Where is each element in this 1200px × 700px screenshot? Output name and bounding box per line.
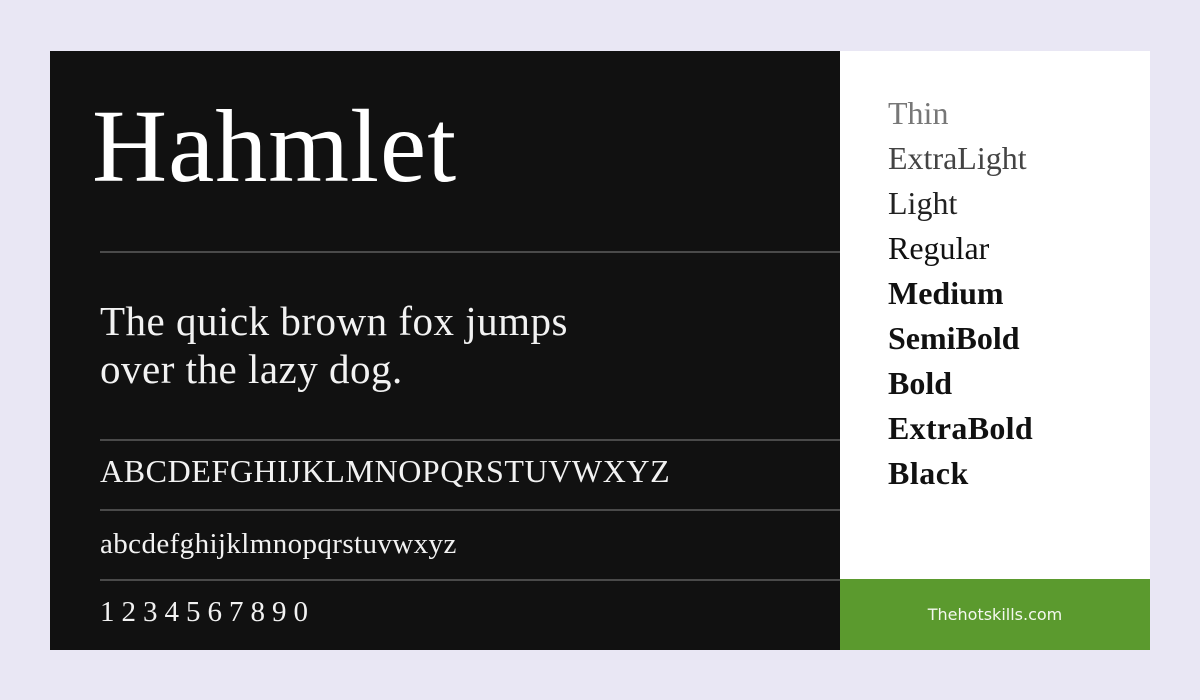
pangram-line-1: The quick brown fox jumps bbox=[100, 298, 568, 344]
pangram: The quick brown fox jumps over the lazy … bbox=[100, 297, 568, 393]
digits: 1234567890 bbox=[100, 596, 315, 628]
weight-regular: Regular bbox=[888, 230, 990, 266]
pangram-line-2: over the lazy dog. bbox=[100, 346, 403, 392]
divider bbox=[100, 251, 840, 253]
divider bbox=[100, 579, 840, 581]
weight-thin: Thin bbox=[888, 95, 949, 131]
site-link[interactable]: Thehotskills.com bbox=[928, 605, 1063, 624]
weight-semibold: SemiBold bbox=[888, 320, 1020, 356]
specimen-panel: Hahmlet The quick brown fox jumps over t… bbox=[50, 51, 840, 650]
footer-banner: Thehotskills.com bbox=[840, 579, 1150, 650]
font-name-title: Hahmlet bbox=[92, 89, 458, 204]
weight-extrabold: ExtraBold bbox=[888, 410, 1033, 446]
weight-bold: Bold bbox=[888, 365, 953, 401]
divider bbox=[100, 439, 840, 441]
weight-light: Light bbox=[888, 185, 958, 221]
weights-panel: Thin ExtraLight Light Regular Medium Sem… bbox=[840, 51, 1150, 579]
weight-black: Black bbox=[888, 455, 969, 491]
lowercase-alphabet: abcdefghijklmnopqrstuvwxyz bbox=[100, 528, 457, 560]
weight-medium: Medium bbox=[888, 275, 1004, 311]
divider bbox=[100, 509, 840, 511]
uppercase-alphabet: ABCDEFGHIJKLMNOPQRSTUVWXYZ bbox=[100, 453, 671, 489]
weights-list: Thin ExtraLight Light Regular Medium Sem… bbox=[888, 91, 1033, 496]
weight-extralight: ExtraLight bbox=[888, 140, 1027, 176]
